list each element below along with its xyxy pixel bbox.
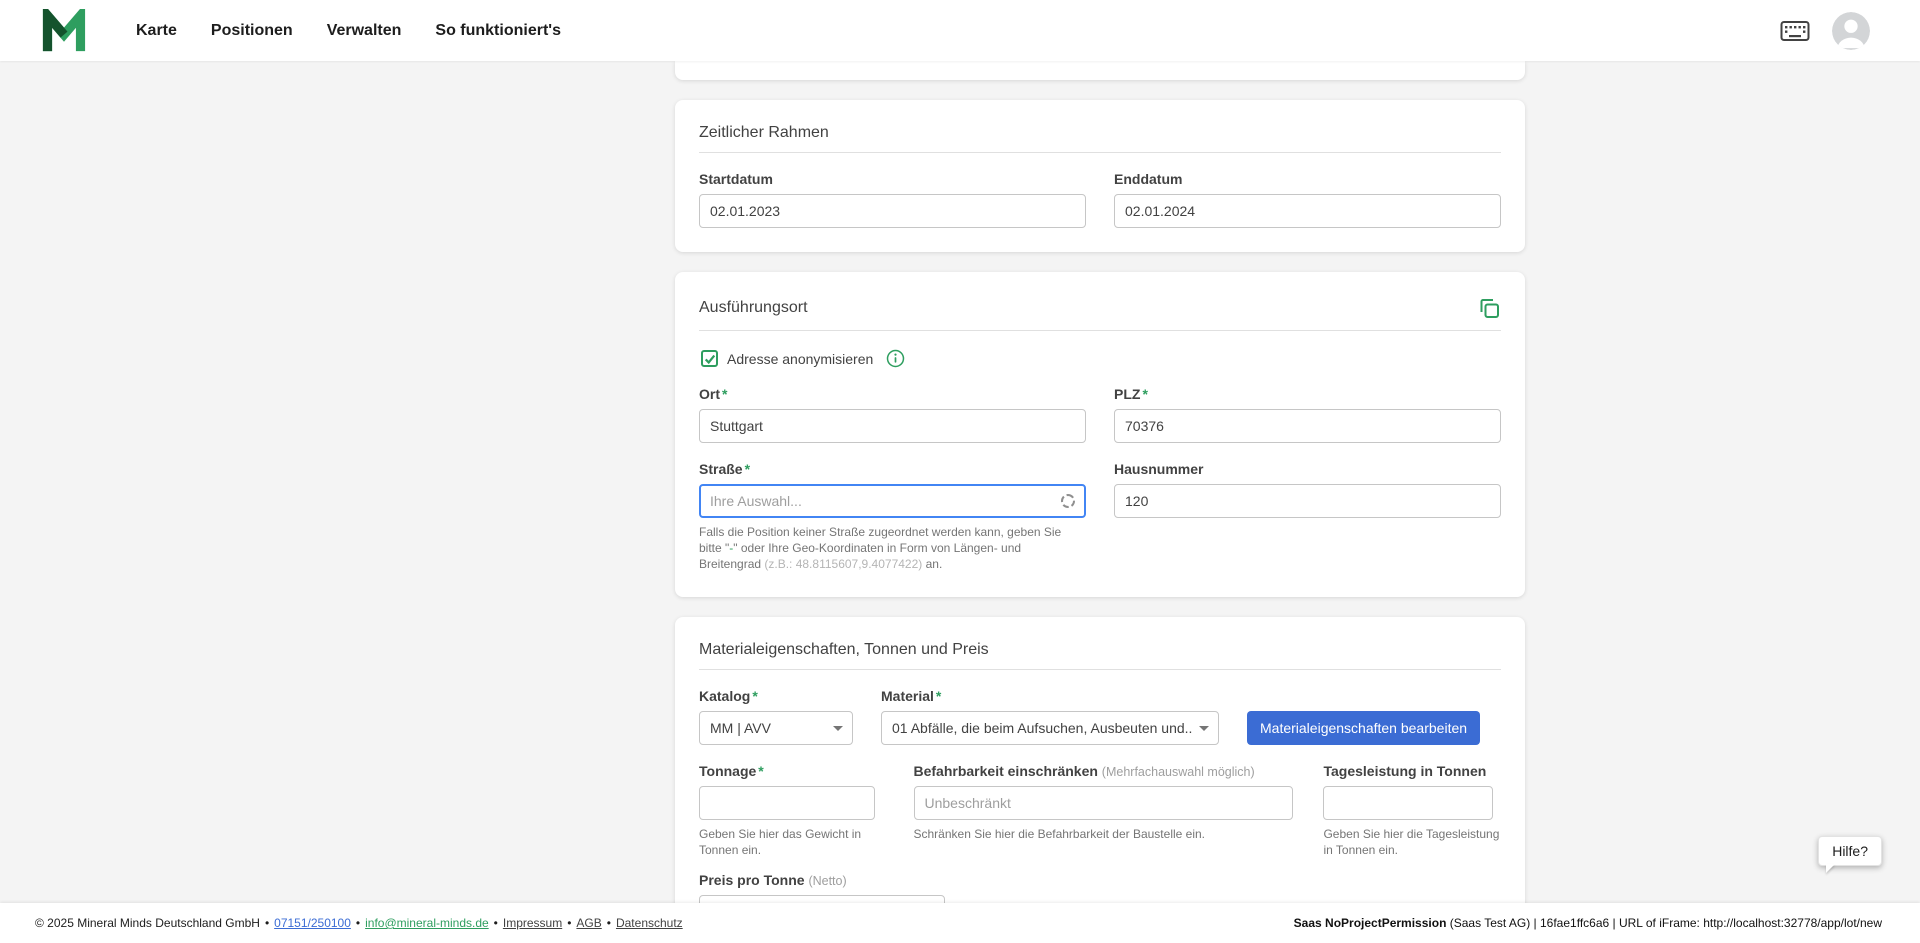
footer-saas-name: Saas NoProjectPermission (1294, 916, 1447, 930)
hausnummer-label: Hausnummer (1114, 461, 1203, 477)
material-label: Material (881, 688, 934, 704)
check-icon (704, 353, 716, 365)
footer-datenschutz-link[interactable]: Datenschutz (616, 916, 683, 930)
required-mark: * (722, 386, 727, 402)
card-ausfuehrungsort: Ausführungsort Adresse anonymisieren (675, 272, 1525, 597)
info-icon[interactable] (886, 349, 905, 368)
nav-item-verwalten[interactable]: Verwalten (327, 22, 402, 40)
card-title: Materialeigenschaften, Tonnen und Preis (699, 641, 1501, 659)
startdatum-input[interactable] (699, 194, 1086, 228)
befahrbarkeit-input[interactable] (914, 786, 1294, 820)
strasse-input[interactable] (699, 484, 1086, 518)
footer-saas-details: (Saas Test AG) | 16fae1ffc6a6 | URL of i… (1446, 916, 1882, 930)
mineral-minds-logo[interactable] (42, 9, 86, 53)
plz-field: PLZ* (1114, 386, 1501, 443)
tonnage-hint: Geben Sie hier das Gewicht in Tonnen ein… (699, 826, 884, 858)
startdatum-field: Startdatum (699, 171, 1086, 228)
ort-label: Ort (699, 386, 720, 402)
tonnage-label: Tonnage (699, 763, 756, 779)
required-mark: * (745, 461, 750, 477)
tonnage-input[interactable] (699, 786, 875, 820)
preis-label-suffix: (Netto) (808, 874, 846, 888)
required-mark: * (936, 688, 941, 704)
logo-m-icon (42, 9, 86, 53)
preis-input[interactable] (699, 895, 945, 903)
tagesleistung-hint: Geben Sie hier die Tagesleistung in Tonn… (1323, 826, 1501, 858)
card-materialeigenschaften: Materialeigenschaften, Tonnen und Preis … (675, 617, 1525, 903)
help-button[interactable]: Hilfe? (1818, 836, 1882, 866)
ort-input[interactable] (699, 409, 1086, 443)
tonnage-field: Tonnage* Geben Sie hier das Gewicht in T… (699, 763, 884, 858)
anonymisieren-label: Adresse anonymisieren (727, 351, 873, 367)
katalog-select[interactable]: MM | AVV (699, 711, 853, 745)
card-zeitlicher-rahmen: Zeitlicher Rahmen Startdatum Enddatum (675, 100, 1525, 252)
plz-input[interactable] (1114, 409, 1501, 443)
chevron-down-icon (833, 726, 843, 731)
required-mark: * (758, 763, 763, 779)
required-mark: * (752, 688, 757, 704)
enddatum-label: Enddatum (1114, 171, 1182, 187)
befahrbarkeit-label: Befahrbarkeit einschränken (914, 763, 1098, 779)
footer-phone-link[interactable]: 07151/250100 (274, 916, 351, 930)
material-field: Material* 01 Abfälle, die beim Aufsuchen… (881, 688, 1219, 745)
strasse-field: Straße* Falls die Position keiner Straße… (699, 461, 1086, 573)
keyboard-icon[interactable] (1780, 20, 1810, 42)
footer-session-info: Saas NoProjectPermission (Saas Test AG) … (1294, 916, 1882, 930)
tagesleistung-field: Tagesleistung in Tonnen Geben Sie hier d… (1323, 763, 1501, 858)
top-navbar: Karte Positionen Verwalten So funktionie… (0, 0, 1920, 61)
nav-item-positionen[interactable]: Positionen (211, 22, 293, 40)
hausnummer-input[interactable] (1114, 484, 1501, 518)
card-title: Ausführungsort (699, 299, 808, 317)
previous-card-partial (675, 61, 1525, 80)
copy-icon[interactable] (1477, 296, 1501, 320)
footer-email-link[interactable]: info@mineral-minds.de (365, 916, 489, 930)
footer-agb-link[interactable]: AGB (576, 916, 601, 930)
anonymisieren-checkbox[interactable] (701, 350, 718, 367)
startdatum-label: Startdatum (699, 171, 773, 187)
anonymisieren-row: Adresse anonymisieren (701, 349, 1501, 368)
ort-field: Ort* (699, 386, 1086, 443)
enddatum-field: Enddatum (1114, 171, 1501, 228)
nav-item-so-funktionierts[interactable]: So funktioniert's (435, 22, 561, 40)
katalog-label: Katalog (699, 688, 750, 704)
strasse-label: Straße (699, 461, 743, 477)
tagesleistung-input[interactable] (1323, 786, 1493, 820)
footer-impressum-link[interactable]: Impressum (503, 916, 562, 930)
tagesleistung-label: Tagesleistung in Tonnen (1323, 763, 1486, 779)
befahrbarkeit-hint: Schränken Sie hier die Befahrbarkeit der… (914, 826, 1294, 842)
loading-spinner-icon (1061, 494, 1075, 508)
card-title: Zeitlicher Rahmen (699, 124, 1501, 142)
page-content: Zeitlicher Rahmen Startdatum Enddatum Au… (0, 61, 1920, 903)
preis-field: Preis pro Tonne (Netto) (699, 872, 1501, 903)
footer-copyright: © 2025 Mineral Minds Deutschland GmbH (35, 916, 260, 930)
preis-label: Preis pro Tonne (699, 872, 805, 888)
footer: © 2025 Mineral Minds Deutschland GmbH•07… (0, 903, 1920, 943)
topbar-right (1780, 12, 1870, 50)
chevron-down-icon (1199, 726, 1209, 731)
divider (699, 330, 1501, 331)
plz-label: PLZ (1114, 386, 1140, 402)
hausnummer-field: Hausnummer (1114, 461, 1501, 573)
materialeigenschaften-bearbeiten-button[interactable]: Materialeigenschaften bearbeiten (1247, 711, 1480, 745)
befahrbarkeit-label-suffix: (Mehrfachauswahl möglich) (1102, 765, 1255, 779)
divider (699, 152, 1501, 153)
main-nav: Karte Positionen Verwalten So funktionie… (136, 22, 561, 40)
enddatum-input[interactable] (1114, 194, 1501, 228)
nav-item-karte[interactable]: Karte (136, 22, 177, 40)
strasse-hint: Falls die Position keiner Straße zugeord… (699, 524, 1067, 573)
katalog-field: Katalog* MM | AVV (699, 688, 853, 745)
befahrbarkeit-field: Befahrbarkeit einschränken (Mehrfachausw… (914, 763, 1294, 842)
material-select[interactable]: 01 Abfälle, die beim Aufsuchen, Ausbeute… (881, 711, 1219, 745)
divider (699, 669, 1501, 670)
footer-left: © 2025 Mineral Minds Deutschland GmbH•07… (35, 916, 683, 930)
required-mark: * (1142, 386, 1147, 402)
user-avatar[interactable] (1832, 12, 1870, 50)
